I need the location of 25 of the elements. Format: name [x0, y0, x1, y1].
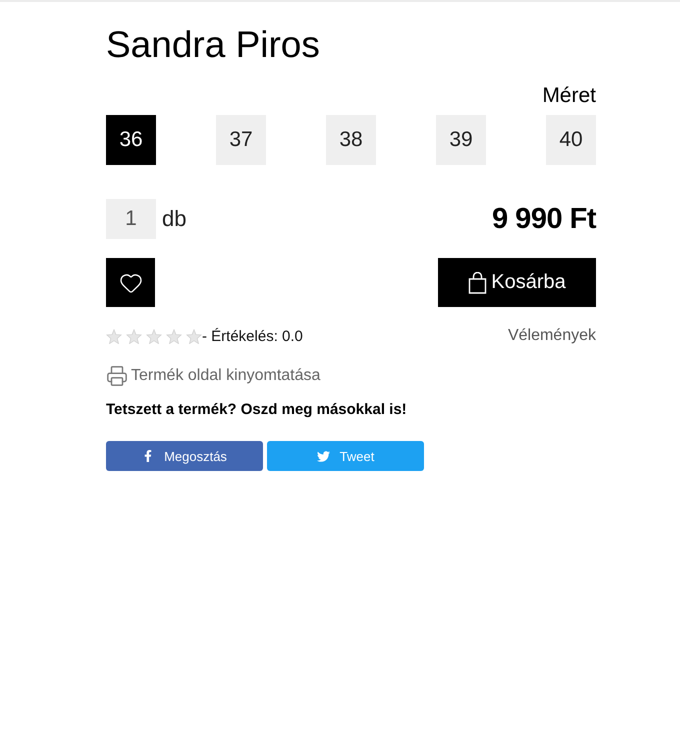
star-icon	[146, 328, 162, 344]
star-icon	[166, 328, 182, 344]
shopping-bag-icon	[468, 272, 488, 294]
size-option[interactable]: 38	[326, 115, 376, 165]
size-label: Méret	[542, 84, 596, 108]
quantity-unit: db	[162, 206, 186, 232]
wishlist-button[interactable]	[106, 258, 155, 307]
size-option[interactable]: 39	[436, 115, 486, 165]
add-to-cart-button[interactable]: Kosárba	[438, 258, 596, 307]
product-title: Sandra Piros	[106, 23, 320, 67]
reviews-link[interactable]: Vélemények	[508, 327, 596, 345]
share-button[interactable]: Megosztás	[106, 441, 263, 471]
quantity-field[interactable]: 1	[106, 199, 156, 239]
star-icon	[186, 328, 202, 344]
print-link[interactable]: Termék oldal kinyomtatása	[131, 367, 320, 385]
printer-icon	[106, 365, 128, 387]
share-heading: Tetszett a termék? Oszd meg másokkal is!	[106, 400, 407, 420]
price: 9 990 Ft	[492, 202, 596, 236]
star-icon	[126, 328, 142, 344]
star-icon	[106, 328, 122, 344]
size-option[interactable]: 37	[216, 115, 266, 165]
size-option[interactable]: 36	[106, 115, 156, 165]
size-option[interactable]: 40	[546, 115, 596, 165]
rating-text: - Értékelés: 0.0	[202, 328, 303, 344]
bird-icon	[316, 450, 330, 462]
